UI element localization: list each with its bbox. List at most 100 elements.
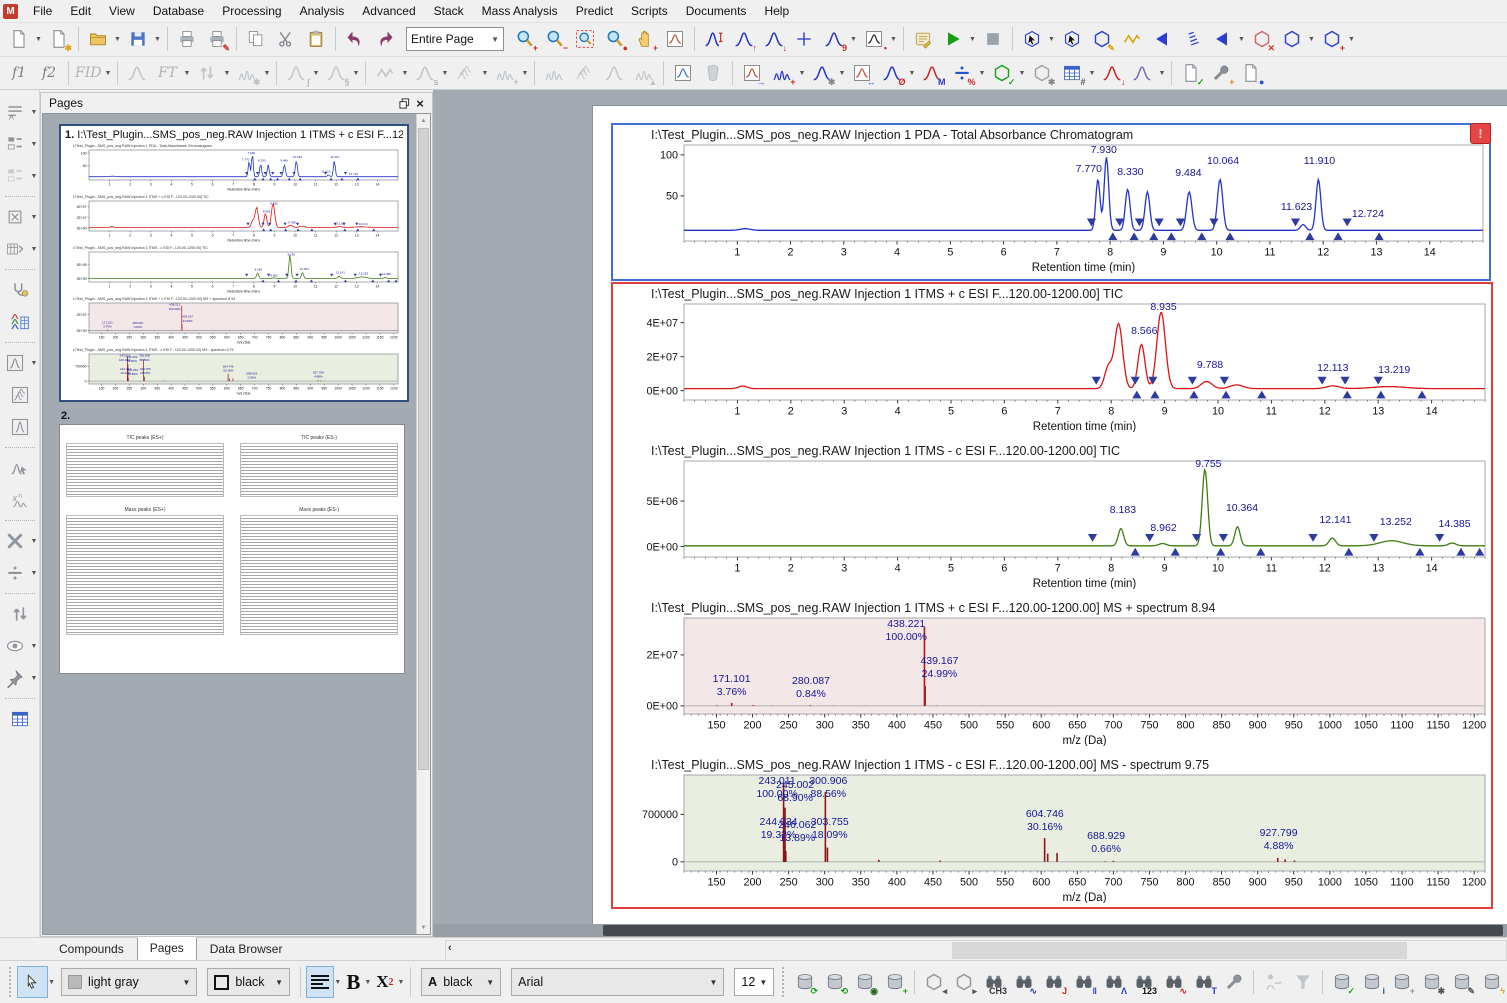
chart-spectrum-4[interactable]: I:\Test_Plugin...SMS_pos_neg.RAW Injecti…: [613, 757, 1491, 912]
chart-chromatogram-2[interactable]: I:\Test_Plugin...SMS_pos_neg.RAW Injecti…: [613, 443, 1491, 598]
zoom-out-icon[interactable]: −: [541, 25, 569, 53]
view-stacked-icon[interactable]: [570, 59, 598, 87]
reference-icon[interactable]: §: [322, 59, 350, 87]
chart-plot[interactable]: 1502002503003504004505005506006507007508…: [613, 616, 1487, 746]
import-data-icon[interactable]: [699, 59, 727, 87]
font-color-select[interactable]: A black▼: [421, 968, 501, 996]
structure-select-icon[interactable]: [1018, 25, 1046, 53]
chart-plot[interactable]: 1234567891011121314Retention time (min)5…: [613, 143, 1485, 273]
align-text-button[interactable]: [306, 966, 335, 998]
report-table-icon[interactable]: [669, 59, 697, 87]
arrange-traces-icon[interactable]: ↔: [848, 59, 876, 87]
structure-chain-icon[interactable]: [1118, 25, 1146, 53]
db-watch-icon[interactable]: ◉: [851, 968, 879, 996]
batch-tools-icon[interactable]: +: [1207, 59, 1235, 87]
divide-tool-dropdown[interactable]: ▼: [30, 560, 39, 586]
db-quick-add-icon[interactable]: ϟ: [1478, 968, 1506, 996]
view-summary-icon[interactable]: ▲: [630, 59, 658, 87]
manual-peak-tools-icon[interactable]: 9: [820, 25, 848, 53]
fit-table-icon[interactable]: [1, 235, 29, 263]
search-chromatogram-icon[interactable]: ∿: [1160, 968, 1188, 996]
menu-analysis[interactable]: Analysis: [291, 1, 354, 21]
smoothing-dropdown[interactable]: ▼: [440, 60, 449, 86]
menu-scripts[interactable]: Scripts: [622, 1, 677, 21]
chart-chromatogram-0[interactable]: I:\Test_Plugin...SMS_pos_neg.RAW Injecti…: [613, 127, 1489, 279]
menu-database[interactable]: Database: [144, 1, 213, 21]
exclude-peak-icon[interactable]: Ø: [878, 59, 906, 87]
pan-icon[interactable]: +: [631, 25, 659, 53]
font-family-select[interactable]: Arial▼: [511, 968, 724, 996]
bold-dropdown[interactable]: ▼: [364, 969, 371, 995]
new-document-icon[interactable]: [5, 25, 33, 53]
reference-dropdown[interactable]: ▼: [351, 60, 360, 86]
object-align-dropdown[interactable]: ▼: [30, 131, 39, 157]
menu-predict[interactable]: Predict: [567, 1, 622, 21]
smoothing-icon[interactable]: s: [411, 59, 439, 87]
peak-picking-dropdown[interactable]: ▼: [262, 60, 271, 86]
page-thumbnail-2[interactable]: TIC peaks (ES+) TIC peaks (ES-) Mass pea…: [59, 424, 405, 674]
search-coupling-icon[interactable]: J: [1040, 968, 1068, 996]
phase-correction-icon[interactable]: [193, 59, 221, 87]
scroll-left-icon[interactable]: ‹: [448, 942, 452, 954]
structure-template-icon[interactable]: [1278, 25, 1306, 53]
visibility-tool-icon[interactable]: [1, 632, 29, 660]
trace-settings-dropdown[interactable]: ▼: [837, 60, 846, 86]
structure-erase-icon[interactable]: ✕: [1248, 25, 1276, 53]
peak-picking-icon[interactable]: ✱: [233, 59, 261, 87]
divide-tool-icon[interactable]: [1, 559, 29, 587]
menu-edit[interactable]: Edit: [61, 1, 100, 21]
menu-view[interactable]: View: [100, 1, 144, 21]
new-report-icon[interactable]: ✱: [45, 25, 73, 53]
scroll-thumb[interactable]: [603, 925, 1503, 936]
subscript-button[interactable]: X2: [372, 966, 397, 998]
manual-pick-tool-icon[interactable]: [6, 454, 34, 482]
chart-plot[interactable]: 1502002503003504004505005506006507007508…: [65, 302, 401, 344]
pointer-tool-dropdown[interactable]: ▼: [48, 969, 55, 995]
db-append-icon[interactable]: +: [881, 968, 909, 996]
pointer-tool-button[interactable]: [17, 966, 48, 998]
phase-correction-dropdown[interactable]: ▼: [222, 60, 231, 86]
structure-select-lasso-icon[interactable]: [1058, 25, 1086, 53]
drop-peak-icon[interactable]: ↓: [1098, 59, 1126, 87]
export-chromatogram-icon[interactable]: →: [738, 59, 766, 87]
object-distribute-icon[interactable]: [1, 162, 29, 190]
window-function-icon[interactable]: [123, 59, 151, 87]
f1-button[interactable]: f1: [5, 59, 33, 87]
quantitate-dropdown[interactable]: ▼: [977, 60, 986, 86]
peak-fill-icon[interactable]: [1128, 59, 1156, 87]
baseline-tools-icon[interactable]: •: [860, 25, 888, 53]
exclude-peak-dropdown[interactable]: ▼: [907, 60, 916, 86]
db-admin-icon[interactable]: ✱: [1418, 968, 1446, 996]
cut-icon[interactable]: [272, 25, 300, 53]
stacked-plots-view-icon[interactable]: [6, 381, 34, 409]
scroll-thumb[interactable]: [418, 128, 429, 770]
subscript-dropdown[interactable]: ▼: [398, 969, 405, 995]
tab-pages[interactable]: Pages: [137, 937, 197, 961]
visibility-tool-dropdown[interactable]: ▼: [30, 633, 39, 659]
delete-tool-dropdown[interactable]: ▼: [30, 528, 39, 554]
annotation-tools-dropdown[interactable]: ▼: [30, 99, 39, 125]
fid-button[interactable]: FID: [74, 59, 102, 87]
structure-edit-icon[interactable]: ✎: [1088, 25, 1116, 53]
zoom-region-icon[interactable]: [571, 25, 599, 53]
arithmetic-dropdown[interactable]: ▼: [520, 60, 529, 86]
pages-vertical-scrollbar[interactable]: ▲ ▼: [416, 114, 430, 934]
chart-plot[interactable]: 1234567891011121314Retention time (min)0…: [65, 200, 401, 242]
hex-prev-icon[interactable]: ◂: [920, 968, 948, 996]
filter-options-icon[interactable]: [1289, 968, 1317, 996]
search-spectrum-icon[interactable]: ‖: [1070, 968, 1098, 996]
search-text-icon[interactable]: T: [1190, 968, 1218, 996]
menu-advanced[interactable]: Advanced: [353, 1, 424, 21]
run-script-icon[interactable]: [909, 25, 937, 53]
align-text-dropdown[interactable]: ▼: [334, 969, 341, 995]
export-pdf-icon[interactable]: ✎: [203, 25, 231, 53]
print-icon[interactable]: [173, 25, 201, 53]
verify-document-icon[interactable]: ✓: [1177, 59, 1205, 87]
calculate-dropdown[interactable]: ▼: [1087, 60, 1096, 86]
structure-select-dropdown[interactable]: ▼: [1047, 26, 1056, 52]
view-single-icon[interactable]: [600, 59, 628, 87]
pin-tool-icon[interactable]: [1, 664, 29, 692]
chart-plot[interactable]: 1502002503003504004505005506006507007508…: [65, 353, 401, 395]
show-data-table-icon[interactable]: [6, 705, 34, 733]
menu-help[interactable]: Help: [755, 1, 798, 21]
